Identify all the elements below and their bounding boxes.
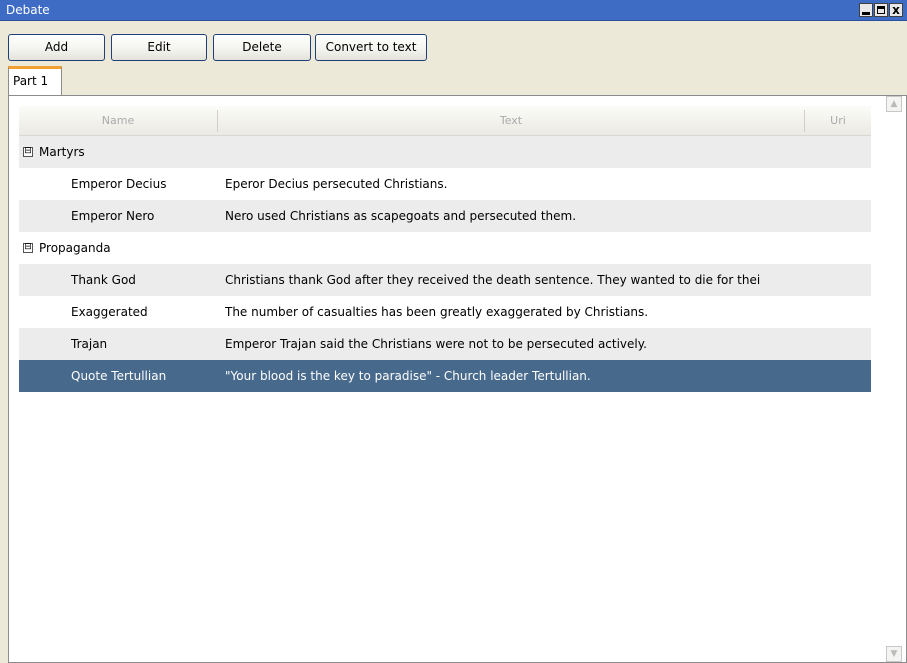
scroll-down-arrow-icon[interactable]: ▼ <box>886 646 902 662</box>
table-row[interactable]: Emperor Nero Nero used Christians as sca… <box>19 200 871 232</box>
maximize-button[interactable] <box>874 3 888 17</box>
cell-name: Emperor Decius <box>71 177 167 191</box>
tab-part-1[interactable]: Part 1 <box>8 66 62 96</box>
convert-to-text-button[interactable]: Convert to text <box>315 34 427 61</box>
close-icon: x <box>892 3 900 17</box>
minimize-icon <box>862 12 870 15</box>
collapse-icon[interactable]: ⊟ <box>23 147 33 157</box>
tab-panel: Name Text Uri ⊟ Martyrs Emperor Decius E… <box>8 95 907 663</box>
table-row[interactable]: Trajan Emperor Trajan said the Christian… <box>19 328 871 360</box>
cell-text: Emperor Trajan said the Christians were … <box>225 337 647 351</box>
delete-button[interactable]: Delete <box>213 34 311 61</box>
window-titlebar[interactable]: Debate x <box>0 0 907 21</box>
grid-header: Name Text Uri <box>19 106 871 136</box>
cell-text: Nero used Christians as scapegoats and p… <box>225 209 577 223</box>
column-header-uri[interactable]: Uri <box>805 106 871 136</box>
window-title: Debate <box>6 3 50 17</box>
window-controls: x <box>859 3 903 17</box>
table-row[interactable]: Thank God Christians thank God after the… <box>19 264 871 296</box>
maximize-icon <box>877 6 885 14</box>
group-label: Propaganda <box>39 241 111 255</box>
collapse-icon[interactable]: ⊟ <box>23 243 33 253</box>
edit-button[interactable]: Edit <box>111 34 207 61</box>
table-row[interactable]: Emperor Decius Eperor Decius persecuted … <box>19 168 871 200</box>
cell-text: Christians thank God after they received… <box>225 273 761 287</box>
add-button[interactable]: Add <box>8 34 105 61</box>
group-row-propaganda[interactable]: ⊟ Propaganda <box>19 232 871 264</box>
cell-text: "Your blood is the key to paradise" - Ch… <box>225 369 591 383</box>
cell-name: Thank God <box>71 273 136 287</box>
vertical-scrollbar[interactable]: ▲ ▼ <box>886 96 902 662</box>
cell-name: Trajan <box>71 337 108 351</box>
group-label: Martyrs <box>39 145 85 159</box>
cell-name: Exaggerated <box>71 305 148 319</box>
cell-name: Emperor Nero <box>71 209 155 223</box>
column-header-name[interactable]: Name <box>19 106 217 136</box>
scroll-up-arrow-icon[interactable]: ▲ <box>886 96 902 112</box>
close-button[interactable]: x <box>889 3 903 17</box>
cell-text: The number of casualties has been greatl… <box>225 305 649 319</box>
table-row[interactable]: Exaggerated The number of casualties has… <box>19 296 871 328</box>
group-row-martyrs[interactable]: ⊟ Martyrs <box>19 136 871 168</box>
minimize-button[interactable] <box>859 3 873 17</box>
cell-name: Quote Tertullian <box>71 369 167 383</box>
column-header-text[interactable]: Text <box>218 106 804 136</box>
table-row-selected[interactable]: Quote Tertullian "Your blood is the key … <box>19 360 871 392</box>
cell-text: Eperor Decius persecuted Christians. <box>225 177 448 191</box>
data-grid: Name Text Uri ⊟ Martyrs Emperor Decius E… <box>19 106 871 392</box>
